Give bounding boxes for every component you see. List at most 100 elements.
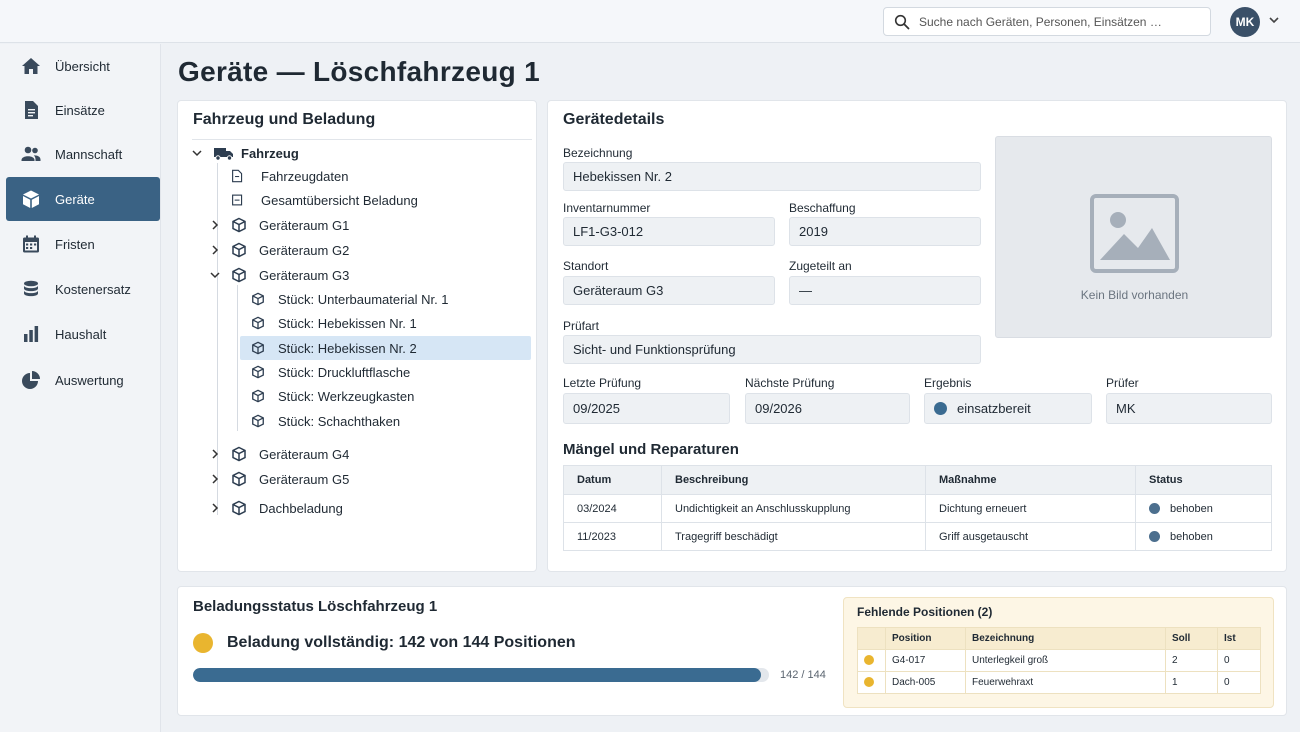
table-cell: Griff ausgetauscht (925, 522, 1136, 551)
column-header[interactable]: Bezeichnung (965, 627, 1166, 650)
avatar[interactable]: MK (1230, 7, 1260, 37)
bezeichnung-field[interactable]: Hebekissen Nr. 2 (563, 162, 981, 191)
sidebar-item-auswertung[interactable]: Auswertung (6, 358, 160, 402)
table-cell: 11/2023 (563, 522, 662, 551)
table-cell: 1 (1165, 671, 1218, 694)
table-cell: 0 (1217, 649, 1261, 672)
defects-title: Mängel und Reparaturen (563, 441, 739, 458)
status-dot (1149, 503, 1160, 515)
sidebar-item-uebersicht[interactable]: Übersicht (6, 44, 160, 88)
tree-item-geraeteraum-g2[interactable]: Geräteraum G2 (209, 239, 349, 261)
table-cell: Feuerwehraxt (965, 671, 1166, 694)
tree-item-stueck-werkzeugkasten[interactable]: Stück: Werkzeugkasten (251, 385, 414, 407)
pruefart-field[interactable]: Sicht- und Funktionsprüfung (563, 335, 981, 364)
field-label-zugeteilt: Zugeteilt an (789, 259, 852, 273)
table-row[interactable]: G4-017 Unterlegkeil groß 2 0 (857, 649, 1261, 672)
standort-field[interactable]: Geräteraum G3 (563, 276, 775, 305)
chevron-right-icon[interactable] (209, 244, 221, 256)
beschaffung-field[interactable]: 2019 (789, 217, 981, 246)
sidebar-item-label: Einsätze (55, 102, 105, 118)
tree-guide-line (237, 285, 238, 431)
column-header[interactable]: Ist (1217, 627, 1261, 650)
tree-root-fahrzeug[interactable]: Fahrzeug (191, 142, 299, 164)
chevron-right-icon[interactable] (209, 473, 221, 485)
column-header[interactable]: Beschreibung (661, 465, 926, 495)
tree-item-geraeteraum-g4[interactable]: Geräteraum G4 (209, 443, 349, 465)
search-box[interactable] (883, 7, 1211, 36)
chevron-down-icon[interactable] (191, 147, 203, 159)
table-cell: 0 (1217, 671, 1261, 694)
chevron-down-icon[interactable] (209, 269, 221, 281)
chevron-right-icon[interactable] (209, 502, 221, 514)
inventarnummer-field[interactable]: LF1-G3-012 (563, 217, 775, 246)
tree-item-stueck-schachthaken[interactable]: Stück: Schachthaken (251, 410, 400, 432)
warning-dot (864, 655, 874, 666)
tree-item-stueck-unterbaumaterial[interactable]: Stück: Unterbaumaterial Nr. 1 (251, 288, 449, 310)
column-header[interactable]: Datum (563, 465, 662, 495)
calendar-icon (23, 235, 39, 253)
field-label-pruefart: Prüfart (563, 319, 600, 333)
missing-positions-title: Fehlende Positionen (2) (857, 605, 993, 619)
chevron-down-icon[interactable] (1268, 14, 1280, 26)
tree-item-stueck-hebekissen-1[interactable]: Stück: Hebekissen Nr. 1 (251, 312, 417, 334)
table-cell: Dichtung erneuert (925, 494, 1136, 523)
tree-item-geraeteraum-g5[interactable]: Geräteraum G5 (209, 468, 349, 490)
status-text: behoben (1170, 530, 1213, 543)
table-cell: behoben (1135, 522, 1272, 551)
chevron-right-icon[interactable] (209, 219, 221, 231)
table-cell: Tragegriff beschädigt (661, 522, 926, 551)
tree-item-geraeteraum-g1[interactable]: Geräteraum G1 (209, 214, 349, 236)
field-label-standort: Standort (563, 259, 609, 273)
box-icon (251, 292, 265, 306)
column-header[interactable]: Status (1135, 465, 1272, 495)
field-label-ergebnis: Ergebnis (924, 376, 972, 390)
pruefer-field[interactable]: MK (1106, 393, 1272, 424)
chevron-right-icon[interactable] (209, 448, 221, 460)
column-header[interactable]: Maßnahme (925, 465, 1136, 495)
tree-item-stueck-hebekissen-2[interactable]: Stück: Hebekissen Nr. 2 (240, 336, 531, 360)
tree-panel-title: Fahrzeug und Beladung (193, 111, 376, 128)
table-row[interactable]: 11/2023 Tragegriff beschädigt Griff ausg… (563, 522, 1272, 551)
box-icon (231, 500, 247, 516)
image-icon (1090, 194, 1179, 273)
tree-item-gesamtuebersicht[interactable]: Gesamtübersicht Beladung (231, 189, 418, 211)
table-row[interactable]: 03/2024 Undichtigkeit an Anschlusskupplu… (563, 494, 1272, 523)
column-header[interactable]: Position (885, 627, 966, 650)
sidebar-item-fristen[interactable]: Fristen (6, 222, 160, 266)
tree-item-label: Dachbeladung (259, 500, 343, 516)
table-row[interactable]: Dach-005 Feuerwehraxt 1 0 (857, 671, 1261, 694)
people-icon (21, 146, 41, 161)
warning-dot (864, 677, 874, 688)
progress-label: 142 / 144 (780, 669, 826, 681)
box-icon (231, 471, 247, 487)
sidebar-item-mannschaft[interactable]: Mannschaft (6, 132, 160, 176)
tree-item-label: Gesamtübersicht Beladung (261, 192, 418, 208)
naechste-pruefung-field[interactable]: 09/2026 (745, 393, 910, 424)
ergebnis-field[interactable]: einsatzbereit (924, 393, 1092, 424)
tree-item-label: Stück: Hebekissen Nr. 1 (278, 315, 417, 331)
sidebar-item-geraete[interactable]: Geräte (6, 177, 160, 221)
tree-item-label: Geräteraum G5 (259, 471, 350, 487)
sidebar-item-label: Auswertung (55, 372, 124, 388)
sidebar-item-kostenersatz[interactable]: Kostenersatz (6, 267, 160, 311)
table-cell: 2 (1165, 649, 1218, 672)
table-cell: G4-017 (885, 649, 966, 672)
tree-item-stueck-druckluftflasche[interactable]: Stück: Druckluftflasche (251, 361, 410, 383)
tree-item-dachbeladung[interactable]: Dachbeladung (209, 497, 343, 519)
letzte-pruefung-field[interactable]: 09/2025 (563, 393, 730, 424)
coins-icon (24, 280, 38, 297)
search-input[interactable] (919, 14, 1189, 29)
table-cell: Unterlegkeil groß (965, 649, 1166, 672)
sidebar-item-label: Übersicht (55, 58, 110, 74)
tree-item-geraeteraum-g3[interactable]: Geräteraum G3 (209, 264, 349, 286)
tree-item-label: Fahrzeugdaten (261, 168, 349, 184)
sidebar-item-haushalt[interactable]: Haushalt (6, 312, 160, 356)
box-icon (251, 341, 265, 355)
column-header[interactable]: Soll (1165, 627, 1218, 650)
box-icon (251, 365, 265, 379)
load-status-text: Beladung vollständig: 142 von 144 Positi… (227, 634, 576, 651)
sidebar-item-einsaetze[interactable]: Einsätze (6, 88, 160, 132)
zugeteilt-field[interactable]: — (789, 276, 981, 305)
sidebar-item-label: Mannschaft (55, 146, 123, 162)
tree-item-fahrzeugdaten[interactable]: Fahrzeugdaten (231, 165, 348, 187)
